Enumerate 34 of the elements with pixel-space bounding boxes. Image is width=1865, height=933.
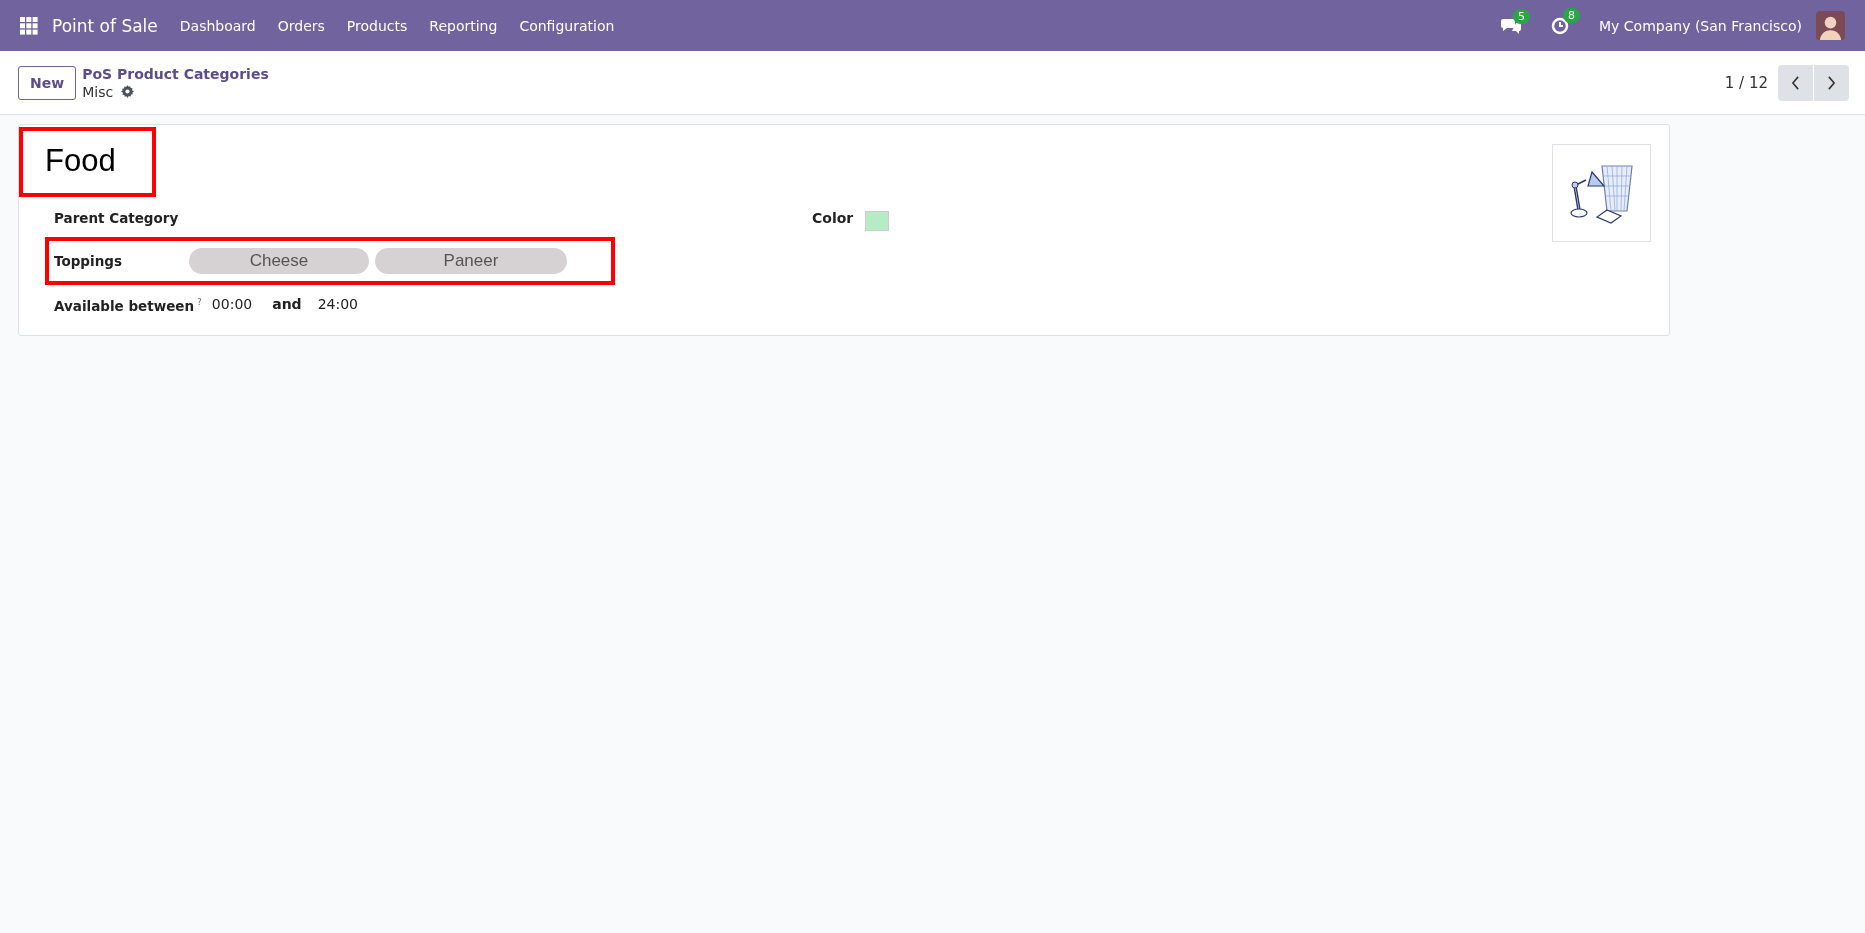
tag-chip[interactable]: Paneer [375,248,567,274]
breadcrumb-link[interactable]: PoS Product Categories [82,65,269,82]
field-label: Toppings [54,253,123,269]
category-name[interactable]: Food [45,143,116,178]
pager-value: 1 / 12 [1724,73,1768,92]
activity-count-badge: 8 [1563,7,1581,23]
field-label: Color [812,210,855,226]
menu-item[interactable]: Reporting [429,17,498,34]
range-joiner: and [272,296,302,312]
record-name: Misc [82,83,114,100]
time-value[interactable]: 00:00 [211,296,253,312]
avatar-icon[interactable] [1816,11,1845,40]
company-switcher[interactable]: My Company (San Francisco) [1599,17,1802,34]
app-grid-icon[interactable] [20,16,38,35]
message-count-badge: 5 [1513,8,1531,24]
menu-item[interactable]: Orders [277,17,325,34]
chevron-right-icon [1827,75,1836,90]
color-swatch[interactable] [865,211,889,231]
next-button[interactable] [1814,64,1849,101]
time-value[interactable]: 24:00 [317,296,358,312]
chevron-left-icon [1791,75,1800,90]
menu-item[interactable]: Dashboard [179,17,256,34]
tag-chip[interactable]: Cheese [189,248,369,274]
app-name[interactable]: Point of Sale [52,15,158,36]
image-frame[interactable] [1552,144,1651,242]
field-label: Parent Category [54,210,180,226]
help-tooltip-mark[interactable]: ? [197,297,202,308]
menu-item[interactable]: Products [346,17,408,34]
new-button[interactable]: New [18,65,77,100]
gear-icon[interactable] [121,85,135,98]
clock-icon[interactable] [1551,16,1570,35]
menu-item[interactable]: Configuration [519,17,615,34]
previous-button[interactable] [1778,64,1813,101]
field-label: Available between $^{?}$ [54,296,202,316]
